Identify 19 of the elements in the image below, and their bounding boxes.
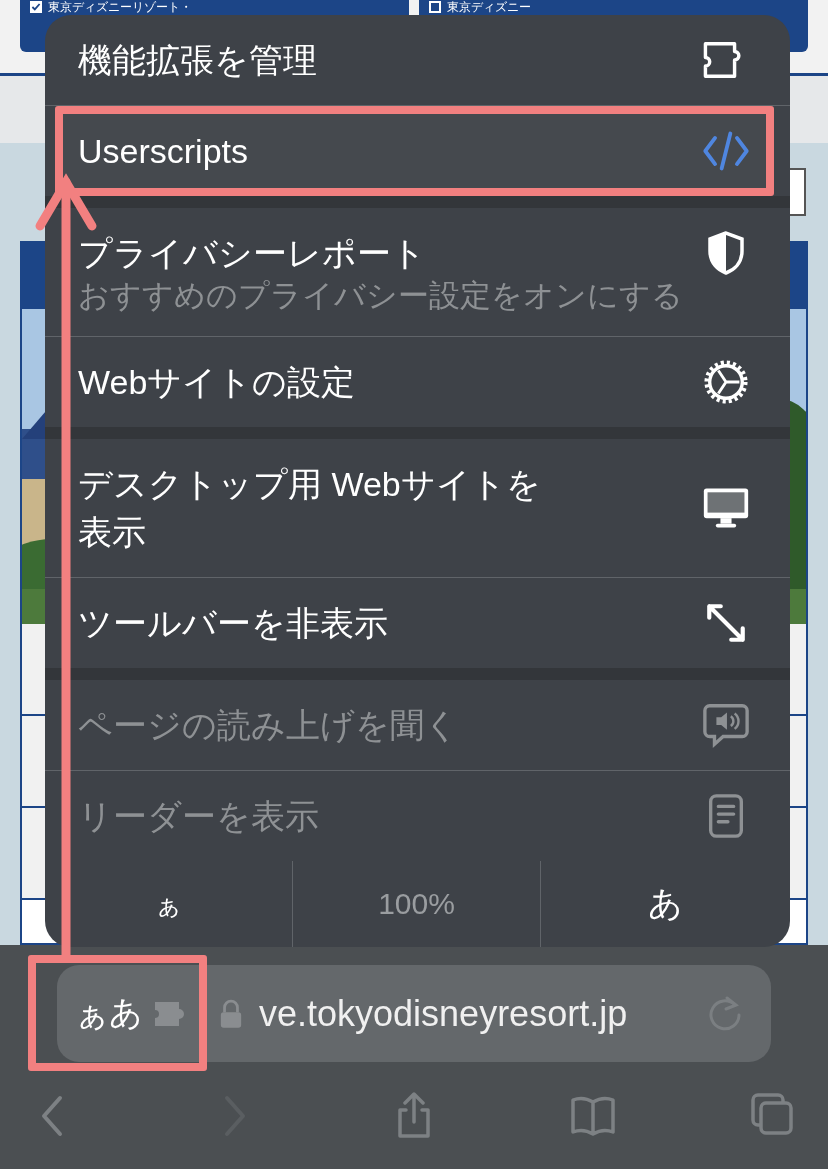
filter-label: 東京ディズニー [447,0,531,14]
zoom-level: 100% [293,861,541,947]
menu-item[interactable]: Userscripts [55,106,774,196]
address-bar[interactable]: ぁあ ve.tokyodisneyresort.jp [57,965,771,1062]
url-text[interactable]: ve.tokyodisneyresort.jp [259,992,695,1035]
larger-text-button[interactable]: あ [541,861,790,947]
menu-item[interactable]: Webサイトの設定 [45,337,790,427]
gear-icon [702,359,750,405]
menu-item[interactable]: ツールバーを非表示 [45,578,790,668]
page-format-button[interactable]: ぁあ [75,991,143,1036]
smaller-text-button[interactable]: ぁ [45,861,293,947]
checkbox[interactable] [30,1,42,13]
menu-item[interactable]: プライバシーレポート おすすめのプライバシー設定をオンにする [45,208,790,337]
menu-item[interactable]: デスクトップ用 Webサイトを表示 [45,439,790,578]
filter-label: 東京ディズニーリゾート・ [48,0,192,14]
menu-item-subtitle: おすすめのプライバシー設定をオンにする [78,277,684,315]
checkbox[interactable] [429,1,441,13]
speaker-bubble-icon [702,702,750,748]
lock-icon [219,998,243,1029]
